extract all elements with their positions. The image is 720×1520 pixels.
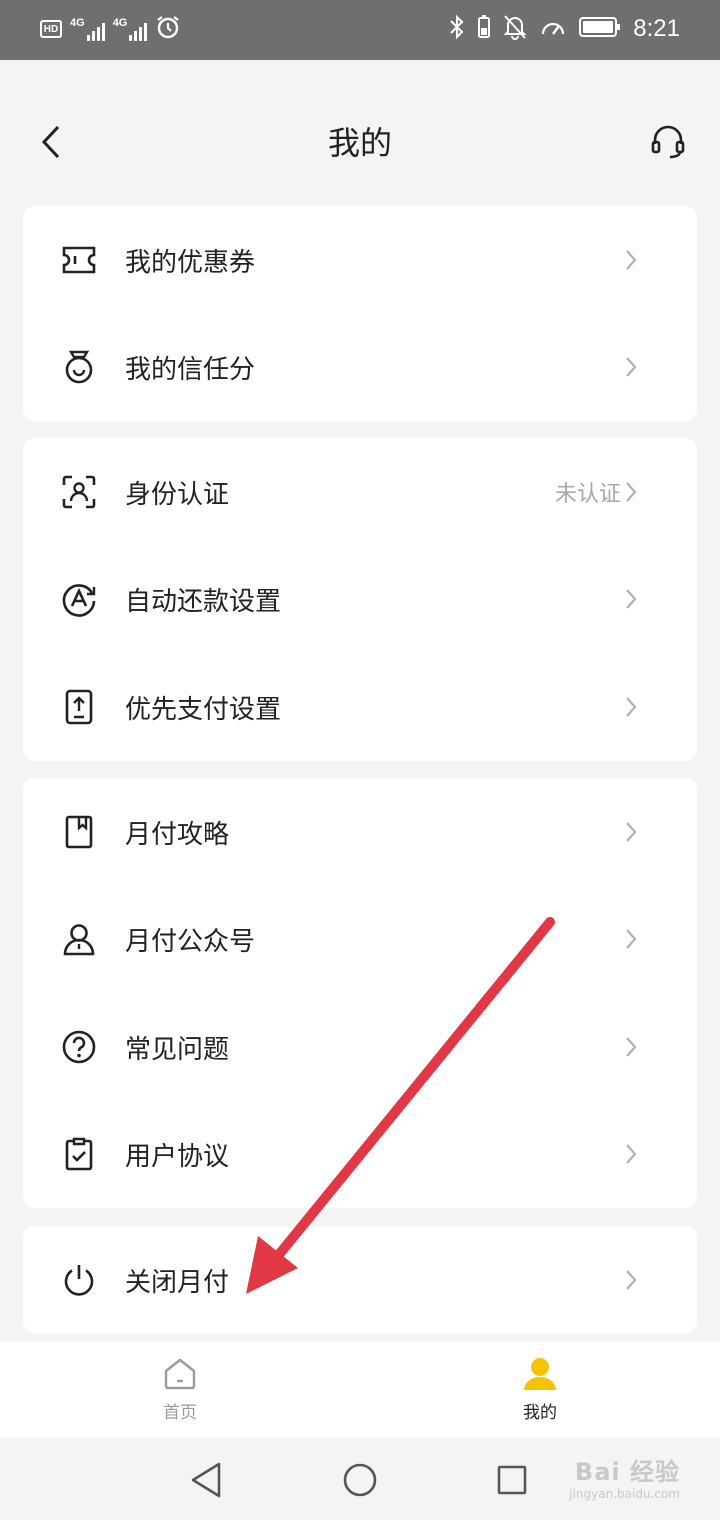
menu-item-official-account[interactable]: 月付公众号 xyxy=(23,885,697,993)
menu-item-label: 常见问题 xyxy=(125,1034,230,1065)
watermark: Bai 经验 jingyan.baidu.com xyxy=(569,1452,680,1501)
bottom-tab-bar: 首页 我的 xyxy=(0,1342,720,1438)
id-verify-icon xyxy=(59,472,99,512)
sim2-label: 4G xyxy=(112,17,128,29)
page-title: 我的 xyxy=(327,124,392,162)
battery-icon xyxy=(579,15,621,43)
headset-icon xyxy=(651,125,685,159)
menu-item-trust-score[interactable]: 我的信任分 xyxy=(23,313,697,421)
trust-score-icon xyxy=(59,347,99,387)
coupon-icon xyxy=(59,240,99,280)
mute-bell-icon xyxy=(503,14,527,44)
menu-item-label: 我的信任分 xyxy=(125,354,256,385)
chevron-right-icon xyxy=(625,248,641,272)
auto-repay-icon xyxy=(59,579,99,619)
chevron-right-icon xyxy=(625,587,641,611)
sim2-signal-icon: 4G xyxy=(113,17,148,41)
hd-label: HD xyxy=(43,23,59,35)
verification-status: 未认证 xyxy=(554,482,621,507)
square-recents-icon xyxy=(497,1465,527,1495)
chevron-right-icon xyxy=(625,355,641,379)
customer-service-button[interactable] xyxy=(644,118,692,166)
power-icon xyxy=(59,1260,99,1300)
menu-item-label: 优先支付设置 xyxy=(125,694,282,725)
menu-item-label: 自动还款设置 xyxy=(125,586,282,617)
menu-item-coupons[interactable]: 我的优惠券 xyxy=(23,206,697,314)
person-icon xyxy=(59,919,99,959)
sim1-label: 4G xyxy=(70,17,85,29)
priority-pay-icon xyxy=(59,687,99,727)
chevron-right-icon xyxy=(625,1268,641,1292)
menu-item-guide[interactable]: 月付攻略 xyxy=(23,778,697,886)
agreement-icon xyxy=(59,1134,99,1174)
user-icon xyxy=(520,1354,560,1394)
tab-mine[interactable]: 我的 xyxy=(480,1354,600,1423)
circle-home-icon xyxy=(343,1463,377,1497)
menu-item-close-monthly-pay[interactable]: 关闭月付 xyxy=(23,1226,697,1334)
tab-label: 我的 xyxy=(523,1403,557,1423)
menu-item-label: 月付公众号 xyxy=(125,926,256,957)
bluetooth-icon xyxy=(449,14,465,44)
status-bar: HD 4G 4G 8:21 xyxy=(0,0,720,60)
question-icon xyxy=(59,1027,99,1067)
menu-item-label: 身份认证 xyxy=(125,479,230,510)
chevron-right-icon xyxy=(625,695,641,719)
menu-item-label: 用户协议 xyxy=(125,1141,230,1172)
chevron-right-icon xyxy=(625,820,641,844)
menu-item-user-agreement[interactable]: 用户协议 xyxy=(23,1100,697,1208)
alarm-icon xyxy=(155,14,181,44)
card-group-2: 身份认证 未认证 自动还款设置 优先支付设置 xyxy=(23,438,697,761)
menu-item-label: 关闭月付 xyxy=(125,1267,230,1298)
tab-label: 首页 xyxy=(163,1403,197,1423)
card-group-4: 关闭月付 xyxy=(23,1226,697,1333)
menu-item-identity[interactable]: 身份认证 未认证 xyxy=(23,438,697,546)
speed-icon xyxy=(539,14,567,44)
menu-item-priority-pay[interactable]: 优先支付设置 xyxy=(23,653,697,761)
menu-item-label: 我的优惠券 xyxy=(125,247,256,278)
guide-book-icon xyxy=(59,812,99,852)
clock: 8:21 xyxy=(633,15,680,42)
tab-home[interactable]: 首页 xyxy=(120,1354,240,1423)
card-group-3: 月付攻略 月付公众号 常见问题 用户协议 xyxy=(23,778,697,1208)
sim1-signal-icon: 4G xyxy=(70,17,105,41)
chevron-right-icon xyxy=(625,480,641,504)
card-group-1: 我的优惠券 我的信任分 xyxy=(23,206,697,421)
menu-item-auto-repay[interactable]: 自动还款设置 xyxy=(23,545,697,653)
menu-item-label: 月付攻略 xyxy=(125,819,230,850)
watermark-logo: Bai 经验 xyxy=(574,1458,680,1486)
nav-back-button[interactable] xyxy=(184,1458,228,1502)
nav-home-button[interactable] xyxy=(338,1458,382,1502)
chevron-right-icon xyxy=(625,1035,641,1059)
triangle-back-icon xyxy=(191,1462,221,1498)
battery-small-icon xyxy=(477,15,491,43)
nav-recents-button[interactable] xyxy=(490,1458,534,1502)
home-icon xyxy=(160,1354,200,1394)
watermark-url: jingyan.baidu.com xyxy=(569,1487,680,1501)
hd-icon: HD xyxy=(40,20,62,38)
menu-item-faq[interactable]: 常见问题 xyxy=(23,993,697,1101)
header: 我的 xyxy=(0,60,720,206)
chevron-right-icon xyxy=(625,927,641,951)
chevron-right-icon xyxy=(625,1142,641,1166)
